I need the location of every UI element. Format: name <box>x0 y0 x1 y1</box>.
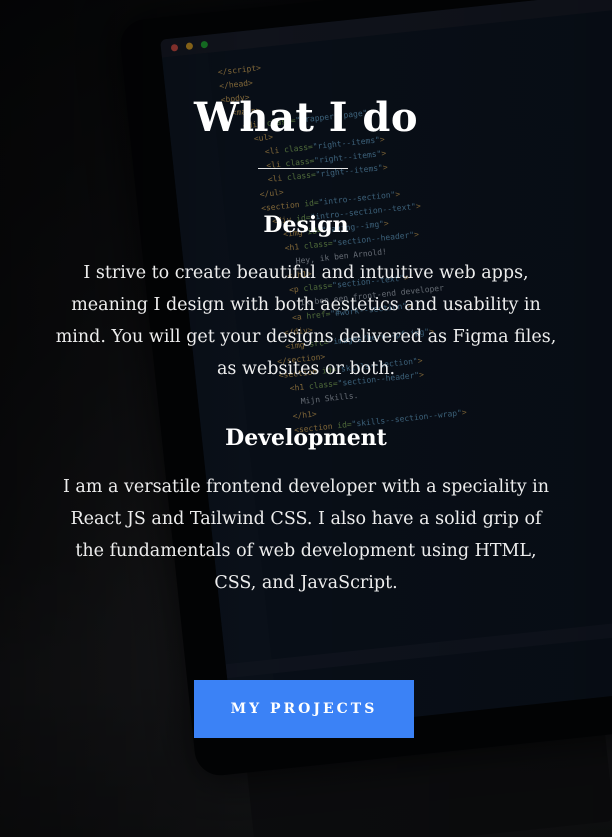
section-title: What I do <box>193 94 419 141</box>
design-text: I strive to create beautiful and intuiti… <box>55 263 557 379</box>
development-heading: Development <box>225 425 387 451</box>
my-projects-button[interactable]: MY PROJECTS <box>194 680 414 738</box>
design-heading: Design <box>263 212 349 238</box>
what-i-do-section: What I do Design I strive to create beau… <box>0 0 612 837</box>
title-underline <box>258 168 348 169</box>
development-text: I am a versatile frontend developer with… <box>62 477 550 593</box>
